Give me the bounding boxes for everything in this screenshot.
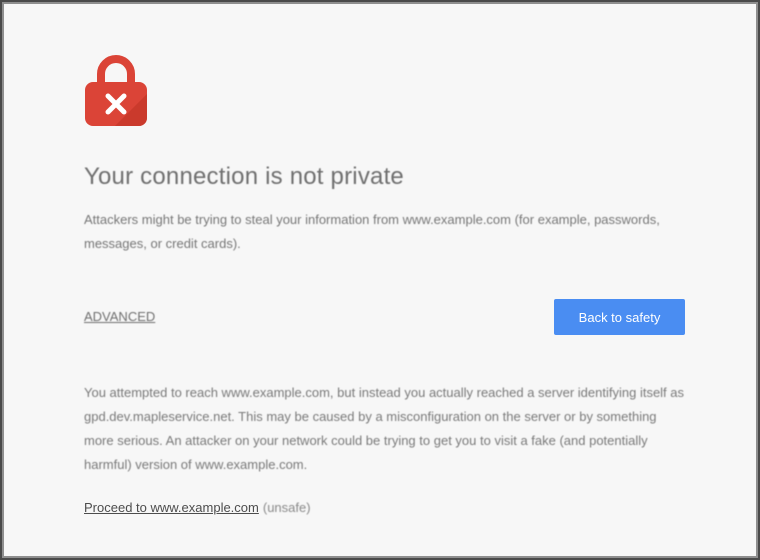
proceed-row: Proceed to www.example.com (unsafe) [84,500,311,515]
back-to-safety-button[interactable]: Back to safety [554,299,685,335]
lock-error-icon [85,55,147,126]
error-details: You attempted to reach www.example.com, … [84,385,685,472]
page-title: Your connection is not private [84,163,404,190]
advanced-link[interactable]: ADVANCED [84,309,155,324]
proceed-unsafe-note: (unsafe) [262,500,311,515]
browser-window: Your connection is not private Attackers… [2,2,758,558]
error-summary: Attackers might be trying to steal your … [84,212,660,251]
proceed-link[interactable]: Proceed to www.example.com [84,500,259,515]
interstitial-page: Your connection is not private Attackers… [9,9,755,555]
